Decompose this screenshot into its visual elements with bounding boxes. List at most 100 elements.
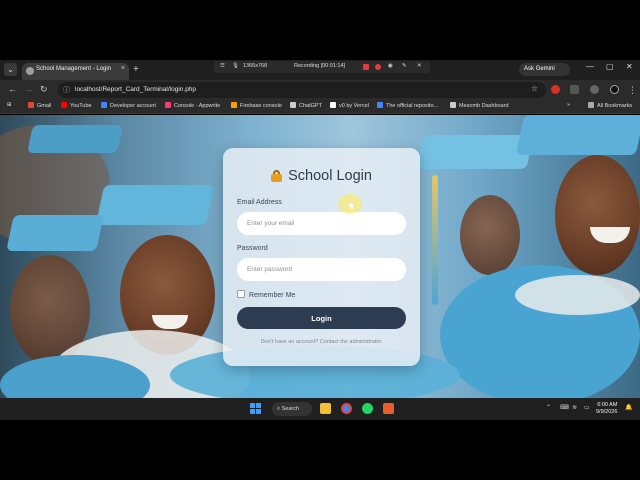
all-bookmarks-label: All Bookmarks	[597, 103, 633, 109]
bookmark-label: Firebase console	[240, 103, 282, 109]
pencil-icon[interactable]: ✎	[402, 63, 407, 69]
whatsapp-icon[interactable]	[362, 403, 373, 414]
login-title-text: School Login	[288, 168, 372, 184]
tab-close-icon[interactable]: ×	[121, 65, 125, 72]
reload-icon[interactable]: ↻	[40, 83, 48, 96]
notification-bell-icon[interactable]: 🔔	[625, 404, 632, 411]
remember-me-label: Remember Me	[249, 292, 296, 299]
bookmark-chatgpt[interactable]: ChatGPT	[290, 102, 322, 109]
v0-icon	[330, 102, 336, 108]
recorder-close-icon[interactable]: ✕	[417, 63, 422, 69]
bookmark-label: v0 by Vercel	[339, 103, 369, 109]
password-input[interactable]	[237, 258, 406, 281]
tab-search-button[interactable]: ⌄	[4, 63, 17, 76]
browser-tab-active[interactable]: School Management - Login ×	[22, 63, 129, 80]
bookmarks-overflow-icon[interactable]: »	[567, 102, 570, 108]
clock-time: 6:00 AM	[597, 402, 618, 408]
extension-icon-red[interactable]	[551, 85, 560, 94]
tab-title: School Management - Login	[36, 66, 112, 72]
graduation-cap-icon	[515, 115, 640, 155]
site-info-icon[interactable]: ⓘ	[63, 85, 70, 95]
gmail-icon	[28, 102, 34, 108]
wifi-icon[interactable]: ≋	[572, 404, 577, 411]
address-bar[interactable]: ⓘ localhost/Report_Card_Terminal/login.p…	[58, 82, 546, 98]
taskbar-search[interactable]: ⌕ Search	[272, 402, 312, 416]
screen-recorder-bar: ☰ 🎙 1366x768 Recording [00:01:14] ◉ ✎ ✕	[214, 61, 430, 73]
bookmark-label: YouTube	[70, 103, 92, 109]
bookmark-youtube[interactable]: YouTube	[61, 102, 92, 109]
bookmark-appwrite[interactable]: Console - Appwrite	[165, 102, 220, 109]
student-face	[460, 195, 520, 275]
taskbar-search-label: Search	[281, 406, 300, 412]
maximize-button[interactable]: ▢	[606, 62, 614, 71]
bookmark-label: Developer account	[110, 103, 156, 109]
login-card: School Login Email Address Password Reme…	[223, 148, 420, 366]
microphone-icon[interactable]: 🎙	[232, 63, 239, 69]
back-icon[interactable]: ←	[8, 83, 17, 96]
new-tab-button[interactable]: +	[133, 63, 139, 76]
extensions-puzzle-icon[interactable]	[570, 85, 579, 94]
graduation-cap-icon	[27, 125, 123, 153]
browser-toolbar: ← → ↻ ⓘ localhost/Report_Card_Terminal/l…	[0, 80, 640, 100]
pause-icon[interactable]	[363, 64, 369, 70]
chatgpt-icon	[290, 102, 296, 108]
tray-overflow-icon[interactable]: ⌃	[546, 404, 551, 411]
minimize-button[interactable]: —	[586, 62, 594, 71]
downloads-icon[interactable]	[590, 85, 599, 94]
windows-taskbar: ⌕ Search ⌃ ⌨ ≋ ▭ 🔔	[0, 398, 640, 420]
bookmark-developer-account[interactable]: Developer account	[101, 102, 156, 109]
firebase-icon	[231, 102, 237, 108]
lock-icon	[271, 170, 283, 182]
remember-me-option[interactable]: Remember Me	[237, 290, 295, 299]
recorder-menu-icon[interactable]: ☰	[220, 63, 225, 69]
clock-date: 9/9/2026	[596, 409, 618, 415]
bookmark-label: ChatGPT	[299, 103, 322, 109]
bookmark-gmail[interactable]: Gmail	[28, 102, 51, 109]
login-button[interactable]: Login	[237, 307, 406, 329]
stop-icon[interactable]	[375, 64, 381, 70]
bookmark-official-repository[interactable]: The official reposito...	[377, 102, 438, 109]
bookmark-label: Gmail	[37, 103, 52, 109]
bookmark-star-icon[interactable]: ☆	[531, 84, 538, 93]
bookmark-v0[interactable]: v0 by Vercel	[330, 102, 369, 109]
battery-icon[interactable]: ▭	[584, 404, 590, 411]
remember-me-checkbox[interactable]	[237, 290, 245, 298]
ask-gemini-button[interactable]: Ask Gemini	[519, 63, 570, 76]
gemini-label: Ask Gemini	[524, 66, 555, 72]
graduation-cap-icon	[95, 185, 215, 225]
app-icon[interactable]	[383, 403, 394, 414]
student-collar	[515, 275, 640, 315]
forward-icon[interactable]: →	[24, 83, 33, 96]
email-label: Email Address	[237, 199, 282, 206]
recorder-status: Recording [00:01:14]	[294, 63, 346, 69]
bookmarks-bar: ⊞ Gmail YouTube Developer account Consol…	[0, 100, 640, 114]
profile-avatar[interactable]	[610, 85, 619, 94]
video-letterbox-bottom	[0, 420, 640, 480]
all-bookmarks-folder[interactable]: All Bookmarks	[588, 102, 632, 109]
windows-start-icon[interactable]	[250, 403, 261, 414]
file-explorer-icon[interactable]	[320, 403, 331, 414]
bookmark-mesomb[interactable]: Mesomb Dashboard	[450, 102, 509, 109]
student-face	[555, 155, 640, 275]
folder-icon	[588, 102, 594, 108]
developer-icon	[101, 102, 107, 108]
youtube-icon	[61, 102, 67, 108]
close-window-button[interactable]: ✕	[626, 62, 633, 71]
tab-favicon-icon	[26, 67, 34, 75]
login-title: School Login	[223, 168, 420, 184]
email-input[interactable]	[237, 212, 406, 235]
chrome-icon[interactable]	[341, 403, 352, 414]
recorder-resolution: 1366x768	[243, 63, 268, 69]
taskbar-clock[interactable]: 6:00 AM 9/9/2026	[596, 402, 617, 416]
browser-menu-icon[interactable]: ⋮	[628, 84, 637, 97]
password-label: Password	[237, 245, 268, 252]
camera-icon[interactable]: ◉	[388, 63, 393, 69]
graduation-cap-icon	[6, 215, 104, 251]
bookmark-firebase[interactable]: Firebase console	[231, 102, 282, 109]
repository-icon	[377, 102, 383, 108]
mesomb-icon	[450, 102, 456, 108]
bookmark-label: The official reposito...	[386, 103, 439, 109]
language-icon[interactable]: ⌨	[560, 404, 569, 411]
apps-grid-icon[interactable]: ⊞	[7, 102, 12, 108]
cap-tassel	[432, 175, 438, 305]
